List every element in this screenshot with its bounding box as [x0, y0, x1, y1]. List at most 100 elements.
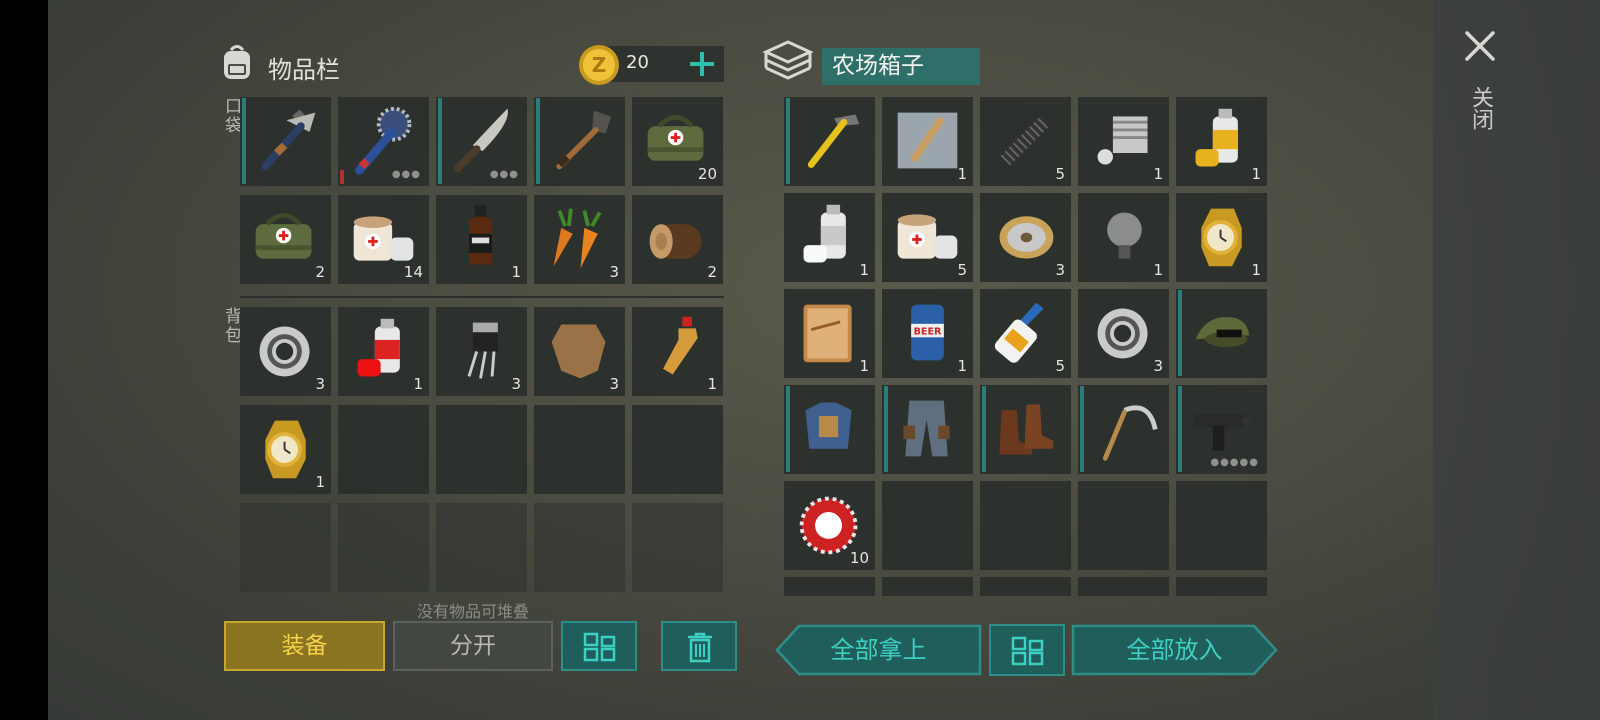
close-icon[interactable]	[1462, 28, 1498, 64]
add-coins-icon[interactable]	[688, 50, 716, 78]
bearing-icon	[1097, 308, 1148, 359]
item-count: 3	[511, 375, 521, 393]
spray-paint-red-icon	[357, 318, 400, 377]
container-slot[interactable]	[1078, 481, 1169, 570]
item-count: 14	[403, 263, 423, 281]
backpack-slot[interactable]: 1	[240, 405, 331, 494]
whiskey-bottle-icon	[469, 204, 493, 265]
backpack-slot[interactable]	[534, 503, 625, 592]
gold-watch-icon	[265, 420, 306, 479]
item-count: 2	[707, 263, 717, 281]
backpack-slot[interactable]: 3	[436, 307, 527, 396]
screen-edge	[0, 0, 48, 720]
pocket-slot[interactable]: 14	[338, 195, 429, 284]
container-slot[interactable]: 1	[1078, 97, 1169, 186]
container-slot[interactable]: 3	[980, 193, 1071, 282]
container-slot[interactable]	[784, 577, 875, 596]
container-slot[interactable]	[784, 385, 875, 474]
storage-box-icon	[762, 40, 814, 80]
container-slot[interactable]	[784, 97, 875, 186]
container-slot[interactable]: 5	[980, 97, 1071, 186]
take-all-button[interactable]: 全部拿上	[775, 624, 982, 676]
item-count: 2	[315, 263, 325, 281]
machete-icon	[453, 108, 508, 173]
item-count: 3	[1055, 261, 1065, 279]
section-divider	[240, 296, 724, 298]
container-slot[interactable]	[980, 385, 1071, 474]
pocket-slot[interactable]: 1	[436, 195, 527, 284]
trash-icon	[688, 632, 712, 663]
container-slot[interactable]: 1	[1176, 97, 1267, 186]
item-count: 1	[315, 473, 325, 491]
container-slot[interactable]: 5	[882, 193, 973, 282]
item-count: 3	[1153, 357, 1163, 375]
backpack-slot[interactable]	[632, 503, 723, 592]
container-slot[interactable]	[1078, 385, 1169, 474]
backpack-slot[interactable]	[436, 405, 527, 494]
container-slot[interactable]: 1	[1176, 193, 1267, 282]
condition-bar	[1178, 386, 1182, 472]
container-slot[interactable]: ●●●●●	[1176, 385, 1267, 474]
backpack-slot[interactable]	[534, 405, 625, 494]
bandage-icon	[897, 214, 958, 259]
container-slot[interactable]: 1	[784, 289, 875, 378]
close-label[interactable]: 关闭	[1467, 86, 1493, 130]
container-slot[interactable]: 1	[1078, 193, 1169, 282]
container-slot[interactable]: 3	[1078, 289, 1169, 378]
item-count: 5	[1055, 165, 1065, 183]
svg-text:Z: Z	[592, 53, 607, 77]
put-all-button[interactable]: 全部放入	[1071, 624, 1278, 676]
backpack-slot[interactable]	[240, 503, 331, 592]
container-slot[interactable]: 1	[882, 97, 973, 186]
backpack-slot[interactable]: 1	[632, 307, 723, 396]
container-slot[interactable]	[882, 385, 973, 474]
condition-bar	[438, 98, 442, 184]
sort-container-button[interactable]	[989, 624, 1065, 676]
put-all-label: 全部放入	[1126, 636, 1223, 664]
medkit-bag-icon	[255, 213, 312, 259]
container-slot[interactable]	[1176, 577, 1267, 596]
sort-button[interactable]	[561, 621, 637, 671]
pocket-slot[interactable]	[534, 97, 625, 186]
condition-bar	[536, 98, 540, 184]
pocket-slot[interactable]: 2	[240, 195, 331, 284]
container-slot[interactable]	[980, 577, 1071, 596]
equip-button[interactable]: 装备	[224, 621, 385, 671]
sickle-icon	[1102, 405, 1158, 461]
item-count: 5	[957, 261, 967, 279]
backpack-slot[interactable]	[436, 503, 527, 592]
container-slot[interactable]	[882, 577, 973, 596]
container-slot[interactable]	[1176, 481, 1267, 570]
split-button[interactable]: 分开	[393, 621, 553, 671]
backpack-slot[interactable]: 3	[240, 307, 331, 396]
backpack-slot[interactable]: 3	[534, 307, 625, 396]
container-slot[interactable]: 1	[784, 193, 875, 282]
container-slot[interactable]	[1078, 577, 1169, 596]
pocket-slot[interactable]: 2	[632, 195, 723, 284]
container-slot[interactable]: 5	[980, 289, 1071, 378]
pocket-slot[interactable]: ●●●	[436, 97, 527, 186]
item-count: 1	[859, 357, 869, 375]
shovel-icon	[556, 110, 612, 170]
pocket-slot[interactable]: ●●●	[338, 97, 429, 186]
saw-blade-mace-icon	[355, 106, 412, 175]
pocket-slot[interactable]: 3	[534, 195, 625, 284]
pocket-slot[interactable]: 20	[632, 97, 723, 186]
container-slot[interactable]: 10	[784, 481, 875, 570]
coin-count: 20	[626, 52, 649, 73]
condition-bar	[1178, 290, 1182, 376]
condition-bar	[786, 386, 790, 472]
backpack-slot[interactable]	[338, 503, 429, 592]
delete-button[interactable]	[661, 621, 737, 671]
container-slot[interactable]	[980, 481, 1071, 570]
grid-sort-icon	[583, 632, 616, 662]
item-count: 1	[511, 263, 521, 281]
pocket-slot[interactable]	[240, 97, 331, 186]
backpack-slot[interactable]: 1	[338, 307, 429, 396]
container-slot[interactable]	[1176, 289, 1267, 378]
container-slot[interactable]: BEER 1	[882, 289, 973, 378]
spray-paint-white-icon	[803, 204, 846, 263]
container-slot[interactable]	[882, 481, 973, 570]
backpack-slot[interactable]	[632, 405, 723, 494]
backpack-slot[interactable]	[338, 405, 429, 494]
